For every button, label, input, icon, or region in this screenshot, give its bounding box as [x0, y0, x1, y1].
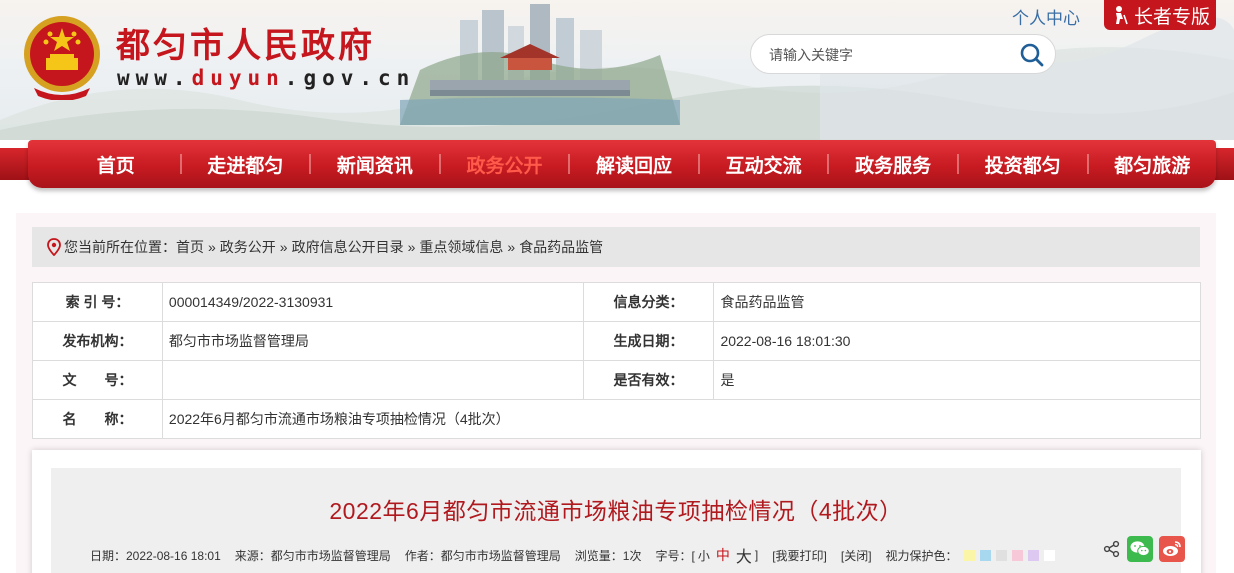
breadcrumb-gov-affairs[interactable]: 政务公开 — [220, 237, 276, 257]
breadcrumb-separator: » — [279, 239, 288, 255]
site-url: www.duyun.gov.cn — [117, 66, 415, 90]
eye-color-swatch-purple[interactable] — [1027, 549, 1039, 561]
date-value: 2022-08-16 18:01:30 — [713, 321, 1201, 361]
print-link[interactable]: [我要打印] — [772, 547, 827, 564]
name-value: 2022年6月都匀市流通市场粮油专项抽检情况（4批次） — [161, 399, 1202, 439]
nav-item-about[interactable]: 走进都匀 — [182, 151, 310, 178]
nav-item-investment[interactable]: 投资都匀 — [959, 151, 1087, 178]
font-size-label: 字号：[ — [655, 548, 695, 563]
article-title: 2022年6月都匀市流通市场粮油专项抽检情况（4批次） — [329, 498, 903, 524]
index-value: 000014349/2022-3130931 — [161, 282, 584, 322]
nav-item-gov-affairs[interactable]: 政务公开 — [441, 151, 569, 178]
url-suffix: .gov.cn — [284, 66, 416, 90]
meta-views: 浏览量：1次 — [574, 548, 642, 563]
category-label: 信息分类： — [582, 282, 715, 322]
nav-item-news[interactable]: 新闻资讯 — [311, 151, 439, 178]
breadcrumb-separator: » — [208, 239, 216, 255]
breadcrumb-info-catalog[interactable]: 政府信息公开目录 — [292, 237, 404, 257]
elder-mode-button[interactable]: 长者专版 — [1104, 0, 1216, 30]
font-size-medium[interactable]: 中 — [716, 545, 730, 565]
city-landscape-image — [400, 4, 680, 125]
site-name: 都匀市人民政府 — [116, 26, 375, 66]
meta-author: 作者：都匀市市场监督管理局 — [404, 548, 561, 563]
table-row: 索 引 号： 000014349/2022-3130931 信息分类： 食品药品… — [32, 282, 1201, 322]
nav-item-interpretation[interactable]: 解读回应 — [570, 151, 698, 178]
share-toolbar — [1103, 536, 1185, 562]
nav-item-home[interactable]: 首页 — [52, 151, 180, 178]
elder-mode-label: 长者专版 — [1133, 6, 1210, 28]
info-table: 索 引 号： 000014349/2022-3130931 信息分类： 食品药品… — [32, 282, 1202, 439]
breadcrumb-separator: » — [407, 239, 416, 255]
search-input[interactable] — [769, 44, 999, 66]
breadcrumb-separator: » — [507, 239, 516, 255]
docno-label: 文 号： — [32, 360, 163, 400]
breadcrumb-key-areas[interactable]: 重点领域信息 — [419, 237, 503, 257]
valid-value: 是 — [713, 360, 1201, 400]
elder-person-icon — [1115, 6, 1128, 25]
name-label: 名 称： — [32, 399, 163, 439]
eye-color-swatch-yellow[interactable] — [963, 549, 975, 561]
breadcrumb-prefix: 您当前所在位置： — [64, 239, 176, 255]
search-icon[interactable] — [1019, 42, 1045, 68]
national-emblem-icon — [24, 16, 100, 100]
index-label: 索 引 号： — [32, 282, 163, 322]
url-prefix: www. — [117, 66, 192, 90]
publisher-label: 发布机构： — [32, 321, 163, 361]
breadcrumb-home[interactable]: 首页 — [176, 237, 204, 257]
article-meta: 日期：2022-08-16 18:01 来源：都匀市市场监督管理局 作者：都匀市… — [90, 543, 1060, 567]
share-icon[interactable] — [1103, 540, 1121, 558]
eye-protect-label: 视力保护色： — [885, 548, 958, 563]
nav-item-services[interactable]: 政务服务 — [829, 151, 957, 178]
font-size-small[interactable]: 小 — [698, 547, 710, 564]
date-label: 生成日期： — [582, 321, 715, 361]
font-size-bracket-close: ] — [754, 548, 759, 562]
weibo-icon[interactable] — [1159, 536, 1185, 562]
category-value: 食品药品监管 — [713, 282, 1201, 322]
search-box — [750, 34, 1056, 74]
eye-color-swatch-pink[interactable] — [1011, 549, 1023, 561]
nav-item-interaction[interactable]: 互动交流 — [700, 151, 828, 178]
font-size-large[interactable]: 大 — [736, 543, 752, 567]
main-nav: 首页 走进都匀 新闻资讯 政务公开 解读回应 互动交流 政务服务 投资都匀 都匀… — [28, 140, 1216, 188]
docno-value — [161, 360, 584, 400]
publisher-value: 都匀市市场监督管理局 — [161, 321, 584, 361]
table-row: 名 称： 2022年6月都匀市流通市场粮油专项抽检情况（4批次） — [32, 399, 1202, 439]
breadcrumb: 您当前所在位置： 首页 » 政务公开 » 政府信息公开目录 » 重点领域信息 »… — [32, 227, 1200, 267]
eye-color-swatch-blue[interactable] — [979, 549, 991, 561]
valid-label: 是否有效： — [582, 360, 715, 400]
nav-item-tourism[interactable]: 都匀旅游 — [1089, 151, 1217, 178]
user-center-link[interactable]: 个人中心 — [1012, 4, 1080, 29]
eye-color-swatch-white[interactable] — [1043, 549, 1055, 561]
wechat-icon[interactable] — [1127, 536, 1153, 562]
eye-color-swatch-gray[interactable] — [995, 549, 1007, 561]
meta-date: 日期：2022-08-16 18:01 — [90, 548, 221, 563]
location-pin-icon — [47, 238, 61, 256]
close-link[interactable]: [关闭] — [841, 547, 872, 564]
table-row: 文 号： 是否有效： 是 — [32, 360, 1201, 400]
site-header: 都匀市人民政府 www.duyun.gov.cn 个人中心 长者专版 — [0, 0, 1234, 140]
breadcrumb-food-drug[interactable]: 食品药品监管 — [519, 237, 603, 257]
meta-source: 来源：都匀市市场监督管理局 — [234, 548, 391, 563]
table-row: 发布机构： 都匀市市场监督管理局 生成日期： 2022-08-16 18:01:… — [32, 321, 1201, 361]
url-highlight: duyun — [191, 66, 285, 90]
